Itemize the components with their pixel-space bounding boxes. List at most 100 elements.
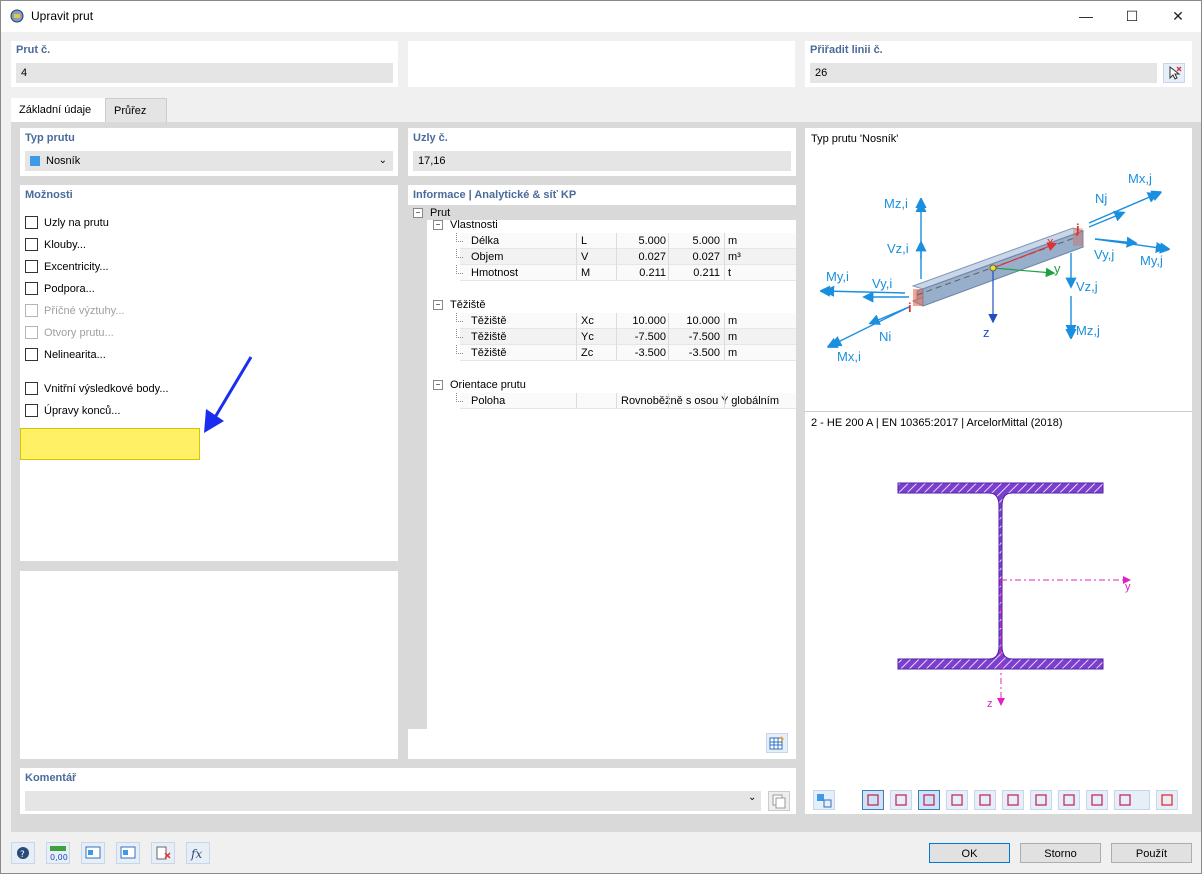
checkbox-icon[interactable] — [25, 347, 38, 361]
member-no-field[interactable]: 4 — [16, 63, 393, 83]
comment-copy-button[interactable] — [768, 791, 790, 811]
option-6[interactable]: Nelinearita... — [25, 347, 106, 363]
collapse-icon[interactable]: − — [433, 380, 443, 390]
member-no-label: Prut č. — [16, 44, 51, 56]
empty-lower-panel — [20, 571, 398, 759]
label-vyi: Vy,i — [872, 276, 893, 291]
formula-button[interactable]: fx — [186, 842, 210, 864]
tree-row-symbol: M — [581, 267, 591, 279]
model-data-icon — [85, 846, 101, 859]
table-export-button[interactable] — [766, 733, 788, 753]
stress-points-button[interactable] — [1030, 790, 1052, 810]
tree-row-symbol: Xc — [581, 315, 594, 327]
label-ni: Ni — [879, 329, 892, 344]
tree-row-name: Hmotnost — [471, 267, 519, 279]
nodes-field[interactable]: 17,16 — [413, 151, 791, 171]
tree-row-value: 5.000 — [638, 235, 666, 247]
label-myi: My,i — [826, 269, 849, 284]
tree-group-label: Vlastnosti — [450, 219, 498, 231]
dotted-lines-icon — [1091, 794, 1103, 806]
tree-row-name: Poloha — [471, 395, 506, 407]
apply-button[interactable]: Použít — [1111, 843, 1192, 863]
reset-view-button[interactable] — [1156, 790, 1178, 810]
option-label: Příčné výztuhy... — [44, 305, 125, 317]
help-button[interactable]: ? — [11, 842, 35, 864]
close-button[interactable]: ✕ — [1155, 1, 1201, 32]
tree-col-divider — [576, 393, 577, 409]
units-icon: 0,00 — [50, 846, 68, 862]
preview-divider — [805, 411, 1192, 412]
grid-button[interactable] — [1058, 790, 1080, 810]
option-label: Otvory prutu... — [44, 327, 114, 339]
member-type-color-swatch — [30, 156, 40, 166]
print-button[interactable] — [1114, 790, 1150, 810]
member-type-panel: Typ prutu Nosník ⌄ — [20, 128, 398, 176]
tree-col-divider — [616, 233, 617, 249]
ok-button[interactable]: OK — [929, 843, 1010, 863]
option-3[interactable]: Podpora... — [25, 281, 95, 297]
collapse-icon[interactable]: − — [433, 220, 443, 230]
dotted-lines-button[interactable] — [1086, 790, 1108, 810]
label-mzj: Mz,j — [1076, 323, 1100, 338]
option-5: Otvory prutu... — [25, 325, 114, 341]
model-data-button[interactable] — [81, 842, 105, 864]
collapse-icon[interactable]: − — [433, 300, 443, 310]
maximize-button[interactable]: ☐ — [1109, 1, 1155, 32]
checkbox-icon[interactable] — [25, 215, 38, 229]
tab-section[interactable]: Průřez — [105, 98, 167, 122]
comment-field[interactable] — [25, 791, 761, 811]
tree-col-divider — [576, 249, 577, 265]
label-mzi: Mz,i — [884, 196, 908, 211]
tree-row-name: Délka — [471, 235, 500, 247]
dimension-button[interactable] — [890, 790, 912, 810]
pick-line-button[interactable] — [1163, 63, 1185, 83]
checkbox-icon[interactable] — [25, 259, 38, 273]
nodes-panel: Uzly č. 17,16 — [408, 128, 796, 176]
i-beam-outline-button[interactable] — [1002, 790, 1024, 810]
info-label: Informace | Analytické & síť KP — [413, 189, 577, 201]
tree-row-unit: m — [728, 235, 738, 247]
option-1[interactable]: Klouby... — [25, 237, 86, 253]
checkbox-icon[interactable] — [25, 281, 38, 295]
section-view-icon — [867, 794, 879, 806]
tree-row-unit: m — [728, 331, 738, 343]
checkbox-icon[interactable] — [25, 403, 38, 417]
label-mxj: Mx,j — [1128, 171, 1152, 186]
display-button[interactable] — [116, 842, 140, 864]
checkbox-icon[interactable] — [25, 303, 38, 317]
checkbox-icon[interactable] — [25, 381, 38, 395]
option-2[interactable]: Excentricity... — [25, 259, 109, 275]
centroid-button[interactable] — [946, 790, 968, 810]
rotate-view-button[interactable] — [813, 790, 835, 810]
tree-col-divider — [616, 313, 617, 329]
delete-icon — [156, 846, 171, 860]
cancel-button[interactable]: Storno — [1020, 843, 1101, 863]
option-8[interactable]: Úpravy konců... — [25, 403, 120, 419]
option-label: Vnitřní výsledkové body... — [44, 383, 169, 395]
option-0[interactable]: Uzly na prutu — [25, 215, 109, 231]
checkbox-icon[interactable] — [25, 237, 38, 251]
option-7[interactable]: Vnitřní výsledkové body... — [25, 381, 169, 397]
units-button[interactable]: 0,00 — [46, 842, 70, 864]
checkbox-icon[interactable] — [25, 325, 38, 339]
section-title: 2 - HE 200 A | EN 10365:2017 | ArcelorMi… — [811, 417, 1063, 429]
print-icon — [1119, 794, 1131, 806]
member-no-panel: Prut č. 4 — [11, 41, 398, 87]
delete-button[interactable] — [151, 842, 175, 864]
axes-button[interactable] — [918, 790, 940, 810]
i-beam-button[interactable] — [974, 790, 996, 810]
line-assign-label: Přiřadit linii č. — [810, 44, 883, 56]
collapse-icon[interactable]: − — [413, 208, 423, 218]
tree-row-name: Objem — [471, 251, 504, 263]
tree-connector — [456, 249, 463, 258]
nodes-label: Uzly č. — [413, 132, 448, 144]
tab-basic[interactable]: Základní údaje — [11, 98, 105, 122]
member-type-value: Nosník — [46, 155, 81, 167]
tree-col-divider — [576, 313, 577, 329]
tree-row-unit: m — [728, 315, 738, 327]
member-type-select[interactable]: Nosník ⌄ — [25, 151, 393, 171]
line-assign-field[interactable]: 26 — [810, 63, 1157, 83]
title-bar: Upravit prut — ☐ ✕ — [1, 1, 1201, 32]
section-view-button[interactable] — [862, 790, 884, 810]
minimize-button[interactable]: — — [1063, 1, 1109, 32]
